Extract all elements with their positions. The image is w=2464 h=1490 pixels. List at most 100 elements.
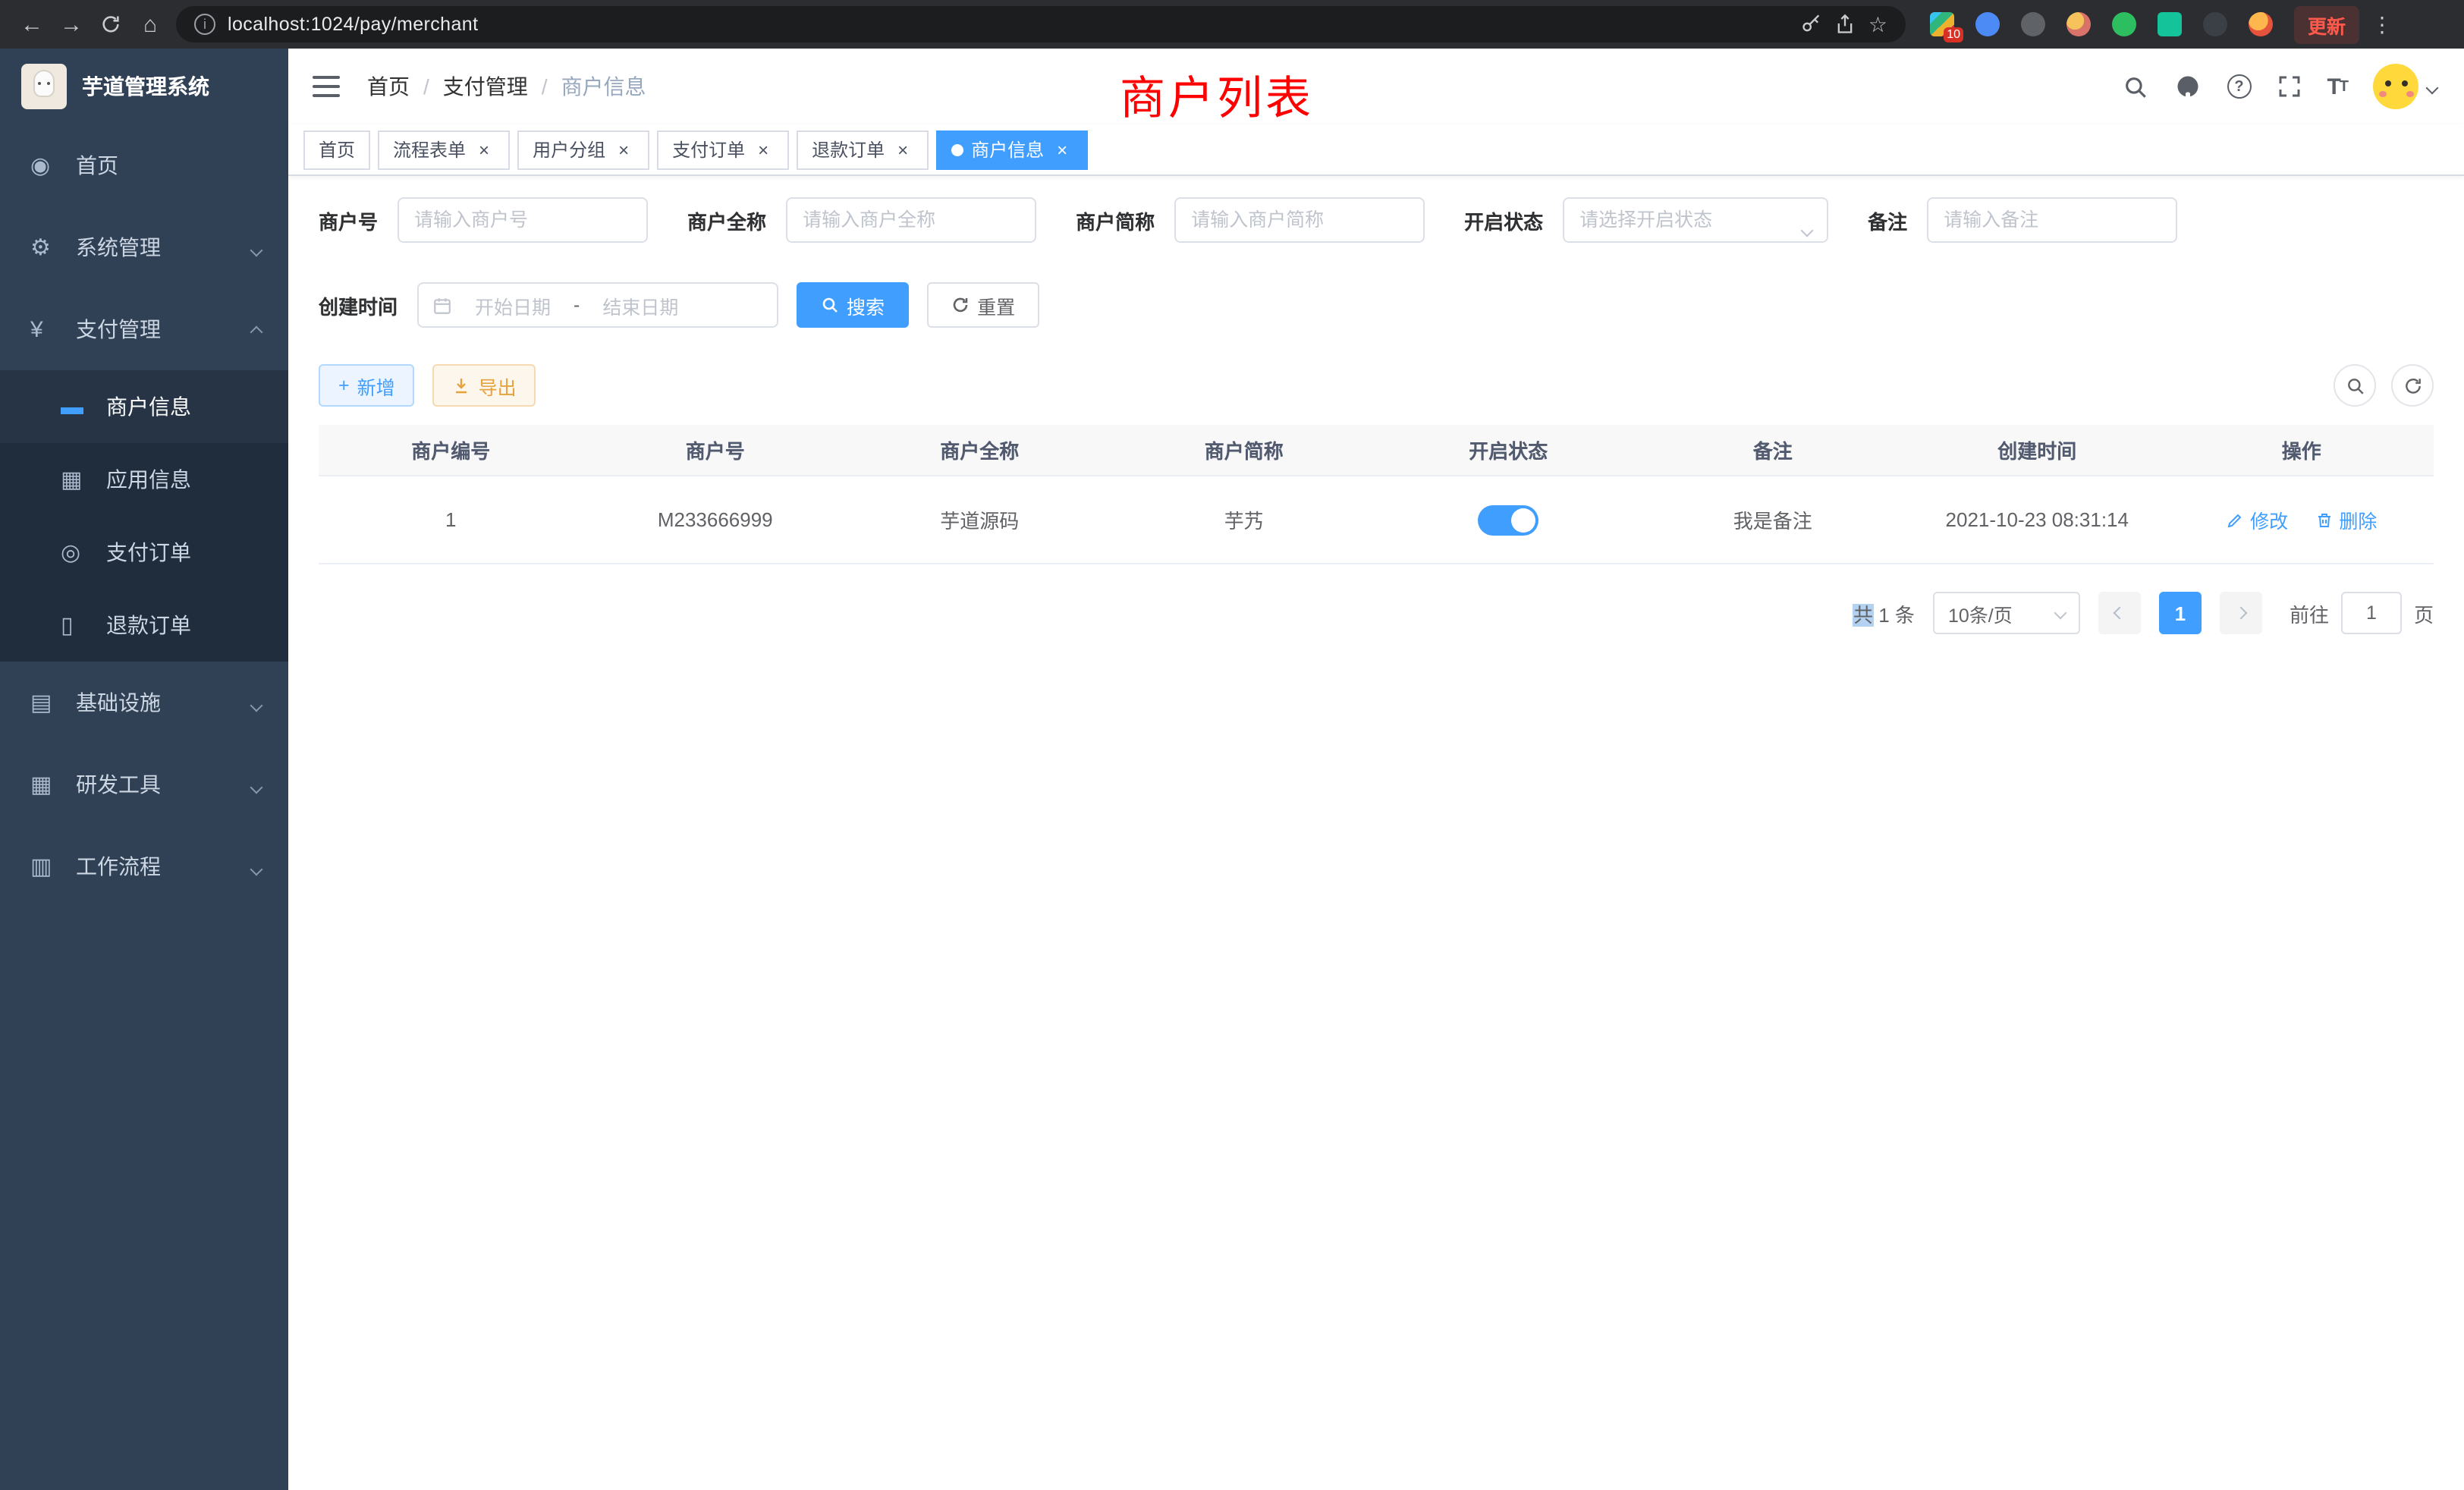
- tab-pay-order[interactable]: 支付订单 ×: [657, 130, 789, 169]
- tab-merchant-info[interactable]: 商户信息 ×: [936, 130, 1088, 169]
- sidebar-item-label: 研发工具: [76, 769, 161, 800]
- add-button[interactable]: + 新增: [319, 364, 415, 407]
- submenu-item-app-info[interactable]: ▦ 应用信息: [0, 443, 288, 516]
- remark-input[interactable]: [1927, 197, 2177, 243]
- filter-label: 商户简称: [1076, 206, 1155, 234]
- payment-submenu: ▬ 商户信息 ▦ 应用信息 ◎ 支付订单 ▯ 退款订单: [0, 370, 288, 662]
- filter-create-time: 创建时间 开始日期 - 结束日期: [319, 282, 778, 328]
- forward-icon[interactable]: →: [52, 5, 91, 44]
- filter-label: 商户全称: [687, 206, 766, 234]
- refresh-icon[interactable]: [91, 5, 130, 44]
- sidebar-item-system[interactable]: ⚙ 系统管理: [0, 206, 288, 288]
- logo[interactable]: 芋道管理系统: [0, 49, 288, 124]
- extensions-area: 10: [1930, 12, 2273, 36]
- refund-order-icon: ▯: [61, 611, 97, 639]
- total-count: 共 1 条: [1853, 599, 1915, 627]
- submenu-item-label: 退款订单: [106, 610, 191, 640]
- navbar-actions: ? TT: [2122, 64, 2437, 109]
- sidebar-item-payment[interactable]: ¥ 支付管理: [0, 288, 288, 370]
- tab-home[interactable]: 首页: [303, 130, 370, 169]
- goto-page-input[interactable]: [2341, 592, 2402, 634]
- tab-refund-order[interactable]: 退款订单 ×: [797, 130, 929, 169]
- th-short-name: 商户简称: [1112, 435, 1377, 464]
- close-icon[interactable]: ×: [892, 139, 913, 160]
- sidebar-item-workflow[interactable]: ▥ 工作流程: [0, 825, 288, 907]
- fullscreen-icon[interactable]: [2277, 74, 2301, 99]
- submenu-item-pay-order[interactable]: ◎ 支付订单: [0, 516, 288, 589]
- sidebar-item-infrastructure[interactable]: ▤ 基础设施: [0, 662, 288, 743]
- status-select[interactable]: [1563, 197, 1828, 243]
- merchant-name-input[interactable]: [786, 197, 1036, 243]
- delete-link[interactable]: 删除: [2315, 505, 2377, 534]
- search-icon[interactable]: [2122, 74, 2148, 99]
- browser-toolbar: ← → ⌂ i localhost:1024/pay/merchant ☆ 10: [0, 0, 2464, 49]
- close-icon[interactable]: ×: [613, 139, 634, 160]
- browser-menu-icon[interactable]: ⋮: [2371, 11, 2393, 37]
- workflow-icon: ▥: [30, 853, 67, 880]
- page-info-icon[interactable]: i: [194, 14, 215, 35]
- start-date-placeholder[interactable]: 开始日期: [458, 291, 567, 319]
- extension-icon-5[interactable]: [2112, 12, 2136, 36]
- search-button[interactable]: 搜索: [797, 282, 909, 328]
- app-info-icon: ▦: [61, 466, 97, 493]
- merchant-table: 商户编号 商户号 商户全称 商户简称 开启状态 备注 创建时间 操作 1 M23…: [319, 425, 2434, 564]
- show-search-icon[interactable]: [2334, 364, 2376, 407]
- close-icon[interactable]: ×: [753, 139, 774, 160]
- update-button[interactable]: 更新: [2294, 5, 2359, 43]
- breadcrumb-item-payment[interactable]: 支付管理: [443, 71, 528, 102]
- tab-label: 退款订单: [812, 137, 885, 162]
- submenu-item-refund-order[interactable]: ▯ 退款订单: [0, 589, 288, 662]
- share-icon[interactable]: [1835, 14, 1856, 35]
- font-size-icon[interactable]: TT: [2327, 74, 2347, 99]
- export-button[interactable]: 导出: [433, 364, 536, 407]
- cell-actions: 修改 删除: [2170, 505, 2434, 534]
- tab-process-form[interactable]: 流程表单 ×: [378, 130, 510, 169]
- bookmark-star-icon[interactable]: ☆: [1868, 11, 1887, 37]
- extension-icon-7[interactable]: [2203, 12, 2227, 36]
- submenu-item-merchant-info[interactable]: ▬ 商户信息: [0, 370, 288, 443]
- extension-badge: 10: [1944, 27, 1963, 42]
- extension-icon-2[interactable]: [1975, 12, 2000, 36]
- sidebar-item-devtools[interactable]: ▦ 研发工具: [0, 743, 288, 825]
- cell-status: [1376, 505, 1641, 535]
- caret-down-icon: [2428, 73, 2437, 100]
- hamburger-icon[interactable]: [313, 76, 340, 97]
- edit-link[interactable]: 修改: [2226, 505, 2288, 534]
- refresh-table-icon[interactable]: [2391, 364, 2434, 407]
- prev-page-button[interactable]: [2098, 592, 2141, 634]
- extension-icon-3[interactable]: [2021, 12, 2045, 36]
- extension-icon-4[interactable]: [2066, 12, 2091, 36]
- tab-user-group[interactable]: 用户分组 ×: [517, 130, 649, 169]
- edit-link-label: 修改: [2250, 505, 2288, 534]
- chevron-down-icon: [252, 690, 261, 715]
- reset-button[interactable]: 重置: [927, 282, 1039, 328]
- back-icon[interactable]: ←: [12, 5, 52, 44]
- date-range-picker[interactable]: 开始日期 - 结束日期: [417, 282, 778, 328]
- merchant-id-input[interactable]: [398, 197, 648, 243]
- github-icon[interactable]: [2173, 73, 2201, 100]
- url-text[interactable]: localhost:1024/pay/merchant: [228, 14, 1790, 35]
- user-menu[interactable]: [2373, 64, 2437, 109]
- sidebar-item-home[interactable]: ◉ 首页: [0, 124, 288, 206]
- extension-icon-1[interactable]: 10: [1930, 12, 1954, 36]
- next-page-button[interactable]: [2220, 592, 2262, 634]
- extension-icon-8[interactable]: [2249, 12, 2273, 36]
- home-icon[interactable]: ⌂: [130, 5, 170, 44]
- submenu-item-label: 商户信息: [106, 391, 191, 422]
- help-icon[interactable]: ?: [2227, 74, 2251, 99]
- page-1-button[interactable]: 1: [2159, 592, 2202, 634]
- tab-label: 商户信息: [971, 137, 1044, 162]
- breadcrumb-item-home[interactable]: 首页: [367, 71, 410, 102]
- close-icon[interactable]: ×: [473, 139, 495, 160]
- avatar[interactable]: [2373, 64, 2418, 109]
- close-icon[interactable]: ×: [1051, 139, 1073, 160]
- url-bar[interactable]: i localhost:1024/pay/merchant ☆: [176, 6, 1906, 42]
- end-date-placeholder[interactable]: 结束日期: [586, 291, 695, 319]
- filter-row-2: 创建时间 开始日期 - 结束日期 搜索 重置: [319, 282, 2434, 328]
- status-toggle[interactable]: [1478, 505, 1538, 535]
- page-size-select[interactable]: 10条/页: [1933, 592, 2080, 634]
- extension-icon-6[interactable]: [2158, 12, 2182, 36]
- key-icon[interactable]: [1802, 14, 1823, 35]
- cell-full-name: 芋道源码: [847, 505, 1112, 534]
- merchant-short-input[interactable]: [1174, 197, 1425, 243]
